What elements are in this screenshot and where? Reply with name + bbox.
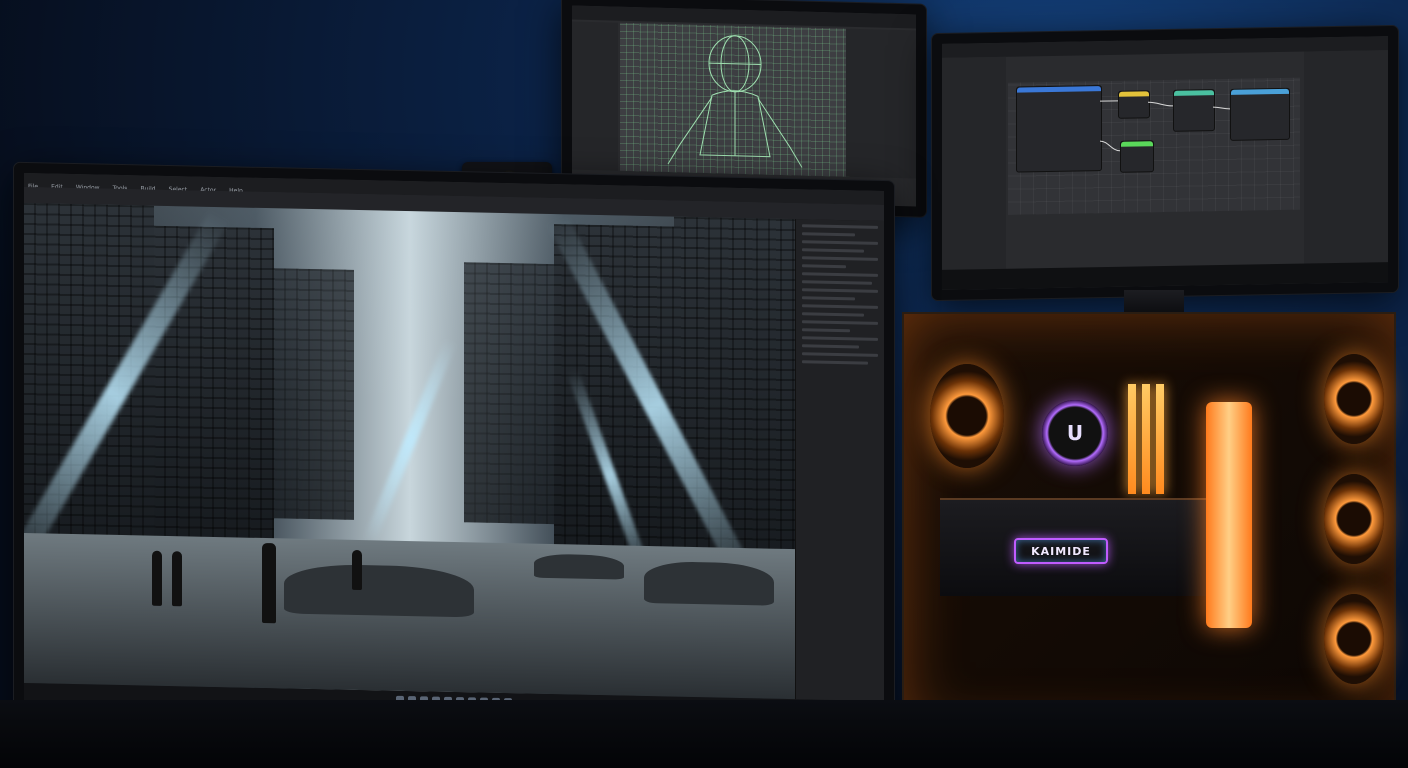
pump-logo: U xyxy=(1066,421,1084,445)
case-fan xyxy=(1324,474,1384,564)
case-fan xyxy=(1324,594,1384,684)
game-viewport[interactable] xyxy=(24,202,796,700)
node-graph-canvas[interactable] xyxy=(1008,77,1300,215)
building-mid-right xyxy=(464,262,554,525)
graphics-card: KAIMIDE xyxy=(940,498,1240,596)
cpu-pump-icon: U xyxy=(1042,400,1108,466)
wrecked-car xyxy=(644,560,774,606)
details-panel xyxy=(795,219,884,702)
light-beam xyxy=(363,337,457,545)
case-fan xyxy=(1324,354,1384,444)
main-monitor-screen: File Edit Window Tools Build Select Acto… xyxy=(24,172,884,742)
pc-case: U KAIMIDE xyxy=(902,312,1396,736)
desk-setup-photo: File Edit Window Tools Build Select Acto… xyxy=(0,0,1408,768)
node-wires xyxy=(1099,100,1231,152)
ram-stick xyxy=(1142,384,1150,494)
case-fan xyxy=(930,364,1004,468)
ram-stick xyxy=(1128,384,1136,494)
soldier-figure xyxy=(172,551,182,607)
right-monitor xyxy=(932,25,1398,301)
right-monitor-stand xyxy=(1124,290,1184,314)
right-monitor-screen xyxy=(942,36,1388,290)
ram-stick xyxy=(1156,384,1164,494)
soldier-figure xyxy=(152,550,162,606)
wrecked-car xyxy=(534,553,624,580)
right-taskbar xyxy=(942,262,1388,290)
right-left-panel xyxy=(942,56,1006,270)
soldier-figure xyxy=(262,542,276,624)
building-mid-left xyxy=(274,268,354,520)
soldier-figure xyxy=(352,549,362,591)
right-details-panel xyxy=(1304,50,1388,264)
gpu-label: KAIMIDE xyxy=(1014,538,1108,564)
top-left-panel xyxy=(572,21,618,171)
top-right-panel xyxy=(846,28,916,179)
wireframe-viewport[interactable] xyxy=(620,22,850,177)
coolant-reservoir xyxy=(1206,402,1252,628)
wireframe-character-icon xyxy=(667,35,803,168)
main-monitor: File Edit Window Tools Build Select Acto… xyxy=(14,162,894,752)
desk-surface xyxy=(0,700,1408,768)
